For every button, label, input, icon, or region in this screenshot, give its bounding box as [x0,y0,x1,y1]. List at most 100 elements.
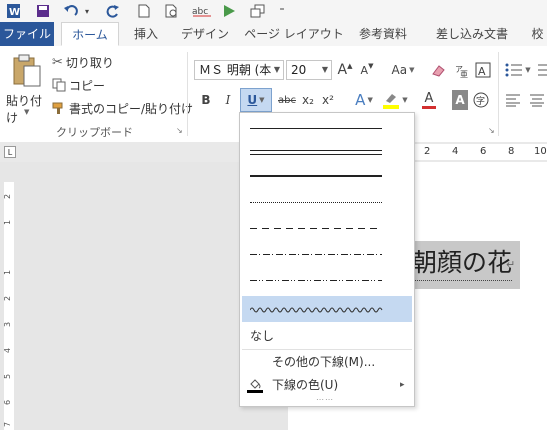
ruler-tick: 8 [508,146,515,157]
align-center-icon [530,94,544,107]
tab-review[interactable]: 校 [528,22,547,46]
vruler-tick: 2 [3,193,13,200]
undo-dropdown-icon[interactable]: ▾ [82,2,92,20]
new-doc-icon[interactable] [134,2,154,20]
copy-icon [52,78,66,92]
font-launcher-icon[interactable]: ↘ [488,126,495,135]
vertical-ruler[interactable]: 2 1 1 2 3 4 5 6 7 [0,162,18,430]
underline-style-wave[interactable] [242,296,412,322]
ruler-tick: 6 [480,146,487,157]
vruler-tick: 6 [3,399,13,406]
underline-icon: U [247,93,258,107]
tab-design[interactable]: デザイン [176,22,234,46]
svg-text:字: 字 [476,95,485,107]
underline-color-item[interactable]: 下線の色(U) ▸ [240,374,414,396]
quick-access-toolbar: W ▾ abc ⁼ [0,0,547,22]
bullets-button[interactable]: ▼ [504,60,532,80]
tab-file[interactable]: ファイル [0,22,54,46]
enclosed-character-icon: 字 [473,92,489,108]
paste-button[interactable]: 貼り付け ▼ [6,52,46,125]
save-icon[interactable] [32,2,54,20]
more-underlines-label: その他の下線(M)... [272,355,376,369]
redo-icon[interactable] [102,2,124,20]
strikethrough-button[interactable]: abc [276,90,298,110]
align-center-button[interactable] [528,90,546,110]
tab-insert[interactable]: 挿入 [126,22,166,46]
character-shading-button[interactable]: A [452,90,468,110]
eraser-icon [432,65,445,77]
highlight-button[interactable]: ▼ [380,88,410,112]
font-size-combo[interactable]: 20 ▼ [286,60,332,80]
font-color-button[interactable]: A [414,88,444,112]
underline-style-dash-dot-dot[interactable] [240,269,414,293]
superscript-button[interactable]: x² [320,90,336,110]
underline-color-icon [247,379,263,393]
copy-label: コピー [69,78,106,93]
print-preview-icon[interactable] [162,2,182,20]
more-underlines-item[interactable]: その他の下線(M)... [240,351,414,373]
change-case-button[interactable]: Aa ▼ [388,60,418,80]
underline-dropdown-menu: なし その他の下線(M)... 下線の色(U) ▸ ⋯⋯ [239,112,415,407]
change-case-label: Aa [391,63,408,77]
subscript-button[interactable]: x₂ [300,90,316,110]
tab-mailings[interactable]: 差し込み文書 [430,22,514,46]
cut-label: 切り取り [65,55,114,70]
tab-selector[interactable]: L [4,146,16,158]
align-left-button[interactable] [504,90,522,110]
paste-icon [13,54,41,87]
font-size-value: 20 [291,63,307,77]
format-painter-label: 書式のコピー/貼り付け [69,101,194,116]
group-divider [187,52,188,136]
font-name-combo[interactable]: ＭＳ 明朝 (本 ▼ [194,60,284,80]
vruler-tick: 1 [3,269,13,276]
arrow-icon[interactable] [220,2,240,20]
customize-icon[interactable] [248,2,268,20]
underline-style-dashed[interactable] [240,217,414,241]
enclosed-character-button[interactable]: 字 [472,90,490,110]
ruler-tick: 2 [424,146,431,157]
undo-icon[interactable] [60,2,82,20]
text-effects-button[interactable]: A ▼ [350,90,378,110]
phonetic-guide-icon: ア亜 [455,65,468,78]
vruler-tick: 2 [3,295,13,302]
clipboard-group-label: クリップボード [56,126,133,139]
clipboard-launcher-icon[interactable]: ↘ [176,126,183,135]
paragraph-mark: ↵ [506,258,516,271]
underline-style-dotted[interactable] [240,191,414,215]
tab-references[interactable]: 参考資料 [354,22,412,46]
cut-button[interactable]: ✂ 切り取り [52,54,114,70]
underline-style-thick[interactable] [240,165,414,189]
underline-style-double[interactable] [240,141,414,165]
clear-format-button[interactable] [428,60,448,80]
vruler-tick: 3 [3,321,13,328]
grow-font-button[interactable]: A ▲ [336,60,354,80]
underline-button[interactable]: U ▼ [240,88,272,112]
tab-page-layout[interactable]: ページ レイアウト [244,22,344,46]
format-painter-icon [52,102,63,114]
underline-style-single[interactable] [240,117,414,141]
shrink-font-button[interactable]: A ▼ [358,60,376,80]
svg-text:亜: 亜 [460,70,468,78]
font-color-icon: A [424,90,434,106]
more-icon[interactable]: ⁼ [276,2,288,20]
resize-grip[interactable]: ⋯⋯ [316,395,334,404]
tab-home[interactable]: ホーム [61,22,119,46]
underline-color-label: 下線の色(U) [272,378,339,392]
vruler-tick: 1 [3,219,13,226]
numbering-button[interactable] [534,60,547,80]
submenu-arrow-icon: ▸ [400,380,405,390]
ribbon-tab-bar: ファイル ホーム 挿入 デザイン ページ レイアウト 参考資料 差し込み文書 校 [0,22,547,47]
word-logo-icon: W [4,2,22,20]
format-painter-button[interactable]: 書式のコピー/貼り付け [52,100,193,116]
phonetic-guide-button[interactable]: ア亜 [452,60,470,80]
copy-button[interactable]: コピー [52,77,105,93]
paste-dropdown-icon[interactable]: ▼ [24,108,29,116]
underline-style-dash-dot[interactable] [240,243,414,267]
italic-button[interactable]: I [220,90,236,110]
bold-button[interactable]: B [198,90,214,110]
enclose-characters-button[interactable]: A [474,60,492,80]
document-text[interactable]: 朝顔の花 [412,246,513,281]
text-effects-icon: A [355,91,366,109]
underline-none[interactable]: なし [240,325,414,347]
spelling-icon[interactable]: abc [190,2,214,20]
